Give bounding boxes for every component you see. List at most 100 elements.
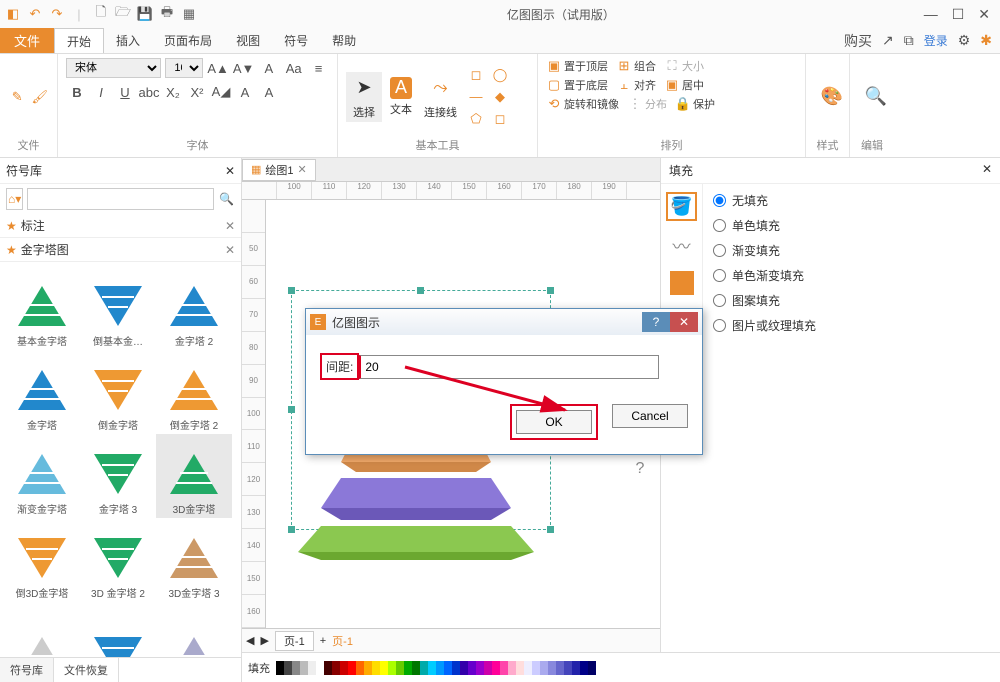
- shape-item[interactable]: 3D金字塔: [156, 434, 232, 518]
- edit-button[interactable]: 🔍: [858, 81, 894, 113]
- tab-view[interactable]: 视图: [224, 28, 272, 53]
- fill-bucket-icon[interactable]: 🪣: [666, 192, 696, 221]
- underline-button[interactable]: U: [114, 82, 136, 102]
- fill-option[interactable]: 无填充: [713, 192, 990, 209]
- highlight-button[interactable]: A◢: [210, 82, 232, 102]
- footer-tab-recovery[interactable]: 文件恢复: [54, 658, 119, 682]
- tab-help[interactable]: 帮助: [320, 28, 368, 53]
- connector-tool[interactable]: ⤳连接线: [420, 72, 461, 122]
- strike-button[interactable]: abc: [138, 82, 160, 102]
- circle-shape-icon[interactable]: ◯: [489, 65, 511, 85]
- tab-page-layout[interactable]: 页面布局: [152, 28, 224, 53]
- undo-icon[interactable]: ↶: [26, 5, 44, 23]
- close-icon[interactable]: ✕: [225, 164, 235, 178]
- new-icon[interactable]: 🗋: [92, 5, 110, 23]
- select-tool[interactable]: ➤选择: [346, 72, 382, 122]
- fill-option[interactable]: 图片或纹理填充: [713, 317, 990, 334]
- brush-icon[interactable]: ✎: [8, 87, 27, 107]
- close-icon[interactable]: ✕: [225, 219, 235, 233]
- open-icon[interactable]: 🗁: [114, 5, 132, 23]
- print-icon[interactable]: 🖶: [158, 5, 176, 23]
- search-icon[interactable]: 🔍: [218, 188, 235, 210]
- tab-insert[interactable]: 插入: [104, 28, 152, 53]
- close-icon[interactable]: ✕: [982, 162, 992, 179]
- tab-home[interactable]: 开始: [54, 28, 104, 53]
- format-painter-icon[interactable]: 🖌: [31, 87, 50, 107]
- shape-item[interactable]: [4, 602, 80, 657]
- page-tab[interactable]: 页-1: [275, 631, 314, 651]
- shape-item[interactable]: 金字塔 3: [80, 434, 156, 518]
- footer-tab-library[interactable]: 符号库: [0, 658, 54, 682]
- fill-option[interactable]: 渐变填充: [713, 242, 990, 259]
- cancel-button[interactable]: Cancel: [612, 404, 688, 428]
- category-callout[interactable]: ★标注✕: [0, 214, 241, 238]
- rect-shape-icon[interactable]: ◻: [465, 65, 487, 85]
- lock-icon[interactable]: 🔒: [675, 96, 691, 112]
- app-x-icon[interactable]: ✱: [980, 32, 992, 49]
- shape-item[interactable]: 基本金字塔: [4, 266, 80, 350]
- font-name-select[interactable]: 宋体: [66, 58, 161, 78]
- close-icon[interactable]: ✕: [298, 163, 307, 176]
- line-icon[interactable]: 〰: [673, 233, 691, 259]
- category-pyramid[interactable]: ★金字塔图✕: [0, 238, 241, 262]
- dialog-close-button[interactable]: ✕: [670, 312, 698, 332]
- bold-button[interactable]: B: [66, 82, 88, 102]
- ok-button[interactable]: OK: [516, 410, 592, 434]
- diamond-shape-icon[interactable]: ◆: [489, 87, 511, 107]
- gear-icon[interactable]: ⚙: [958, 32, 971, 49]
- grow-font-icon[interactable]: A▲: [207, 58, 229, 78]
- group-icon[interactable]: ⊞: [616, 58, 632, 74]
- align-obj-icon[interactable]: ⫠: [616, 77, 632, 93]
- shrink-font-icon[interactable]: A▼: [233, 58, 255, 78]
- shape-item[interactable]: 倒金字塔 2: [156, 350, 232, 434]
- change-case-icon[interactable]: Aa: [283, 58, 304, 78]
- send-back-icon[interactable]: ▢: [546, 77, 562, 93]
- rotate-icon[interactable]: ⟲: [546, 96, 562, 112]
- superscript-button[interactable]: X²: [186, 82, 208, 102]
- size-icon[interactable]: ⛶: [664, 58, 680, 74]
- shape-item[interactable]: 倒3D金字塔: [4, 518, 80, 602]
- italic-button[interactable]: I: [90, 82, 112, 102]
- line-shape-icon[interactable]: —: [465, 87, 487, 107]
- spacing-input[interactable]: [359, 355, 659, 379]
- text-tool[interactable]: A文本: [386, 75, 416, 119]
- shape-item[interactable]: 倒金字塔: [80, 350, 156, 434]
- help-icon[interactable]: ?: [636, 460, 645, 478]
- fill-option[interactable]: 单色渐变填充: [713, 267, 990, 284]
- polygon-shape-icon[interactable]: ⬠: [465, 109, 487, 129]
- fill-option[interactable]: 图案填充: [713, 292, 990, 309]
- close-button[interactable]: ✕: [978, 6, 990, 23]
- preview-icon[interactable]: ▦: [180, 5, 198, 23]
- square-shape-icon[interactable]: ◻: [489, 109, 511, 129]
- login-link[interactable]: 登录: [924, 32, 948, 49]
- redo-icon[interactable]: ↷: [48, 5, 66, 23]
- save-icon[interactable]: 💾: [136, 5, 154, 23]
- shape-item[interactable]: [80, 602, 156, 657]
- shape-item[interactable]: 金字塔 2: [156, 266, 232, 350]
- buy-link[interactable]: 购买: [844, 31, 872, 51]
- fill-option[interactable]: 单色填充: [713, 217, 990, 234]
- more-icon[interactable]: ⧉: [904, 32, 914, 49]
- shape-item[interactable]: 3D 金字塔 2: [80, 518, 156, 602]
- add-page-button[interactable]: +: [320, 635, 326, 647]
- bring-front-icon[interactable]: ▣: [546, 58, 562, 74]
- search-input[interactable]: [27, 188, 214, 210]
- distribute-icon[interactable]: ⋮: [627, 96, 643, 112]
- document-tab[interactable]: ▦绘图1✕: [242, 159, 316, 181]
- shape-item[interactable]: 渐变金字塔: [4, 434, 80, 518]
- color-swatches[interactable]: [276, 661, 596, 675]
- shape-item[interactable]: 3D金字塔 3: [156, 518, 232, 602]
- page-prev-button[interactable]: ◀: [246, 634, 254, 647]
- tab-symbol[interactable]: 符号: [272, 28, 320, 53]
- dialog-help-button[interactable]: ?: [642, 312, 670, 332]
- page-next-button[interactable]: ▶: [260, 634, 268, 647]
- subscript-button[interactable]: X₂: [162, 82, 184, 102]
- text-color-button[interactable]: A: [234, 82, 256, 102]
- file-tab[interactable]: 文件: [0, 28, 54, 53]
- style-button[interactable]: 🎨: [814, 81, 850, 113]
- shape-item[interactable]: [156, 602, 232, 657]
- share-icon[interactable]: ↗: [882, 32, 894, 49]
- font-color-icon[interactable]: A: [258, 58, 279, 78]
- center-icon[interactable]: ▣: [664, 77, 680, 93]
- shape-item[interactable]: 金字塔: [4, 350, 80, 434]
